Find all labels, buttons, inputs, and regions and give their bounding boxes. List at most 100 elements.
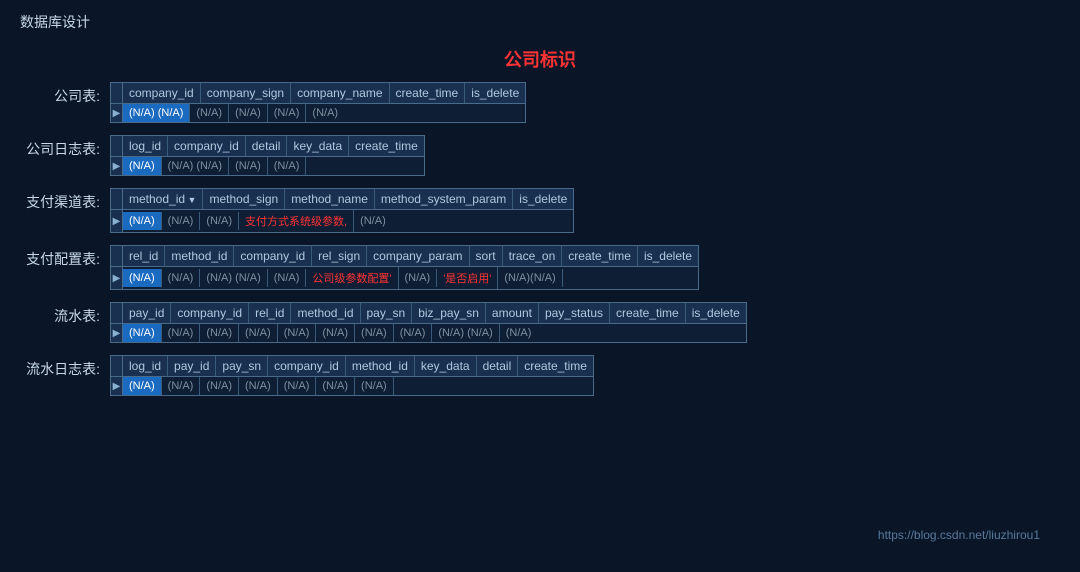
col-cell-4-5: (N/A): [316, 324, 355, 342]
table-row-wrapper-1: 公司日志表:log_idcompany_iddetailkey_datacrea…: [20, 135, 1060, 176]
col-cell-5-3: (N/A): [239, 377, 278, 395]
db-table-header-1: log_idcompany_iddetailkey_datacreate_tim…: [111, 136, 424, 157]
table-row-wrapper-5: 流水日志表:log_idpay_idpay_sncompany_idmethod…: [20, 355, 1060, 396]
overlay-container-4: pay_idcompany_idrel_idmethod_idpay_snbiz…: [110, 302, 747, 343]
col-header-4-3: method_id: [291, 303, 360, 323]
overlay-container-2: method_idmethod_signmethod_namemethod_sy…: [110, 188, 574, 233]
col-header-1-1: company_id: [168, 136, 246, 156]
col-header-3-4: company_param: [367, 246, 469, 266]
col-cell-1-3: (N/A): [268, 157, 307, 175]
col-header-3-5: sort: [470, 246, 503, 266]
watermark: https://blog.csdn.net/liuzhirou1: [878, 528, 1040, 542]
col-header-5-1: pay_id: [168, 356, 216, 376]
page-wrapper: 数据库设计 公司标识 公司表:company_idcompany_signcom…: [20, 12, 1060, 552]
col-header-4-4: pay_sn: [361, 303, 413, 323]
col-header-4-1: company_id: [171, 303, 249, 323]
col-cell-4-7: (N/A): [394, 324, 433, 342]
table-row-wrapper-3: 支付配置表:rel_idmethod_idcompany_idrel_signc…: [20, 245, 1060, 290]
col-cell-1-4: [306, 163, 318, 169]
col-cell-2-0: (N/A): [123, 212, 162, 230]
col-header-4-5: biz_pay_sn: [412, 303, 486, 323]
col-cell-0-3: (N/A): [268, 104, 307, 122]
col-header-3-0: rel_id: [123, 246, 165, 266]
col-cell-5-6: (N/A): [355, 377, 394, 395]
col-cell-3-7: (N/A)(N/A): [498, 269, 562, 287]
col-header-0-0: company_id: [123, 83, 201, 103]
col-header-2-3: method_system_param: [375, 189, 513, 209]
db-table-body-2: (N/A)(N/A)(N/A)支付方式系统级参数,(N/A): [111, 210, 573, 232]
col-cell-2-3: 支付方式系统级参数,: [239, 210, 354, 232]
col-cell-3-0: (N/A): [123, 269, 162, 287]
col-cell-4-3: (N/A): [239, 324, 278, 342]
col-cell-5-5: (N/A): [316, 377, 355, 395]
col-header-1-2: detail: [246, 136, 288, 156]
table-row-wrapper-0: 公司表:company_idcompany_signcompany_namecr…: [20, 82, 1060, 123]
col-header-4-9: is_delete: [686, 303, 746, 323]
col-header-2-1: method_sign: [203, 189, 285, 209]
col-cell-4-0: (N/A): [123, 324, 162, 342]
col-cell-3-4: 公司级参数配置': [306, 267, 398, 289]
overlay-container-5: log_idpay_idpay_sncompany_idmethod_idkey…: [110, 355, 594, 396]
db-table-header-5: log_idpay_idpay_sncompany_idmethod_idkey…: [111, 356, 593, 377]
overlay-container-1: log_idcompany_iddetailkey_datacreate_tim…: [110, 135, 425, 176]
db-table-5: log_idpay_idpay_sncompany_idmethod_idkey…: [110, 355, 594, 396]
col-cell-5-7: [394, 383, 406, 389]
row-indicator-1: [111, 157, 123, 175]
col-header-1-0: log_id: [123, 136, 168, 156]
db-table-body-1: (N/A)(N/A) (N/A)(N/A)(N/A): [111, 157, 424, 175]
col-cell-2-2: (N/A): [200, 212, 239, 230]
table-label-4: 流水表:: [20, 302, 110, 326]
db-table-0: company_idcompany_signcompany_namecreate…: [110, 82, 526, 123]
col-header-3-2: company_id: [234, 246, 312, 266]
col-cell-4-1: (N/A): [162, 324, 201, 342]
col-cell-0-0: (N/A) (N/A): [123, 104, 190, 122]
table-row-wrapper-2: 支付渠道表:method_idmethod_signmethod_namemet…: [20, 188, 1060, 233]
db-table-header-3: rel_idmethod_idcompany_idrel_signcompany…: [111, 246, 698, 267]
db-table-header-4: pay_idcompany_idrel_idmethod_idpay_snbiz…: [111, 303, 746, 324]
col-header-0-1: company_sign: [201, 83, 291, 103]
col-header-5-5: key_data: [415, 356, 477, 376]
col-cell-1-0: (N/A): [123, 157, 162, 175]
db-table-body-4: (N/A)(N/A)(N/A)(N/A)(N/A)(N/A)(N/A)(N/A)…: [111, 324, 746, 342]
col-cell-3-5: (N/A): [399, 269, 438, 287]
col-header-5-7: create_time: [518, 356, 593, 376]
table-row-wrapper-4: 流水表:pay_idcompany_idrel_idmethod_idpay_s…: [20, 302, 1060, 343]
col-header-0-4: is_delete: [465, 83, 525, 103]
col-cell-5-2: (N/A): [200, 377, 239, 395]
db-table-body-0: (N/A) (N/A)(N/A)(N/A)(N/A)(N/A): [111, 104, 525, 122]
col-cell-3-8: [563, 275, 575, 281]
col-header-5-6: detail: [477, 356, 519, 376]
row-indicator-3: [111, 267, 123, 289]
db-table-3: rel_idmethod_idcompany_idrel_signcompany…: [110, 245, 699, 290]
col-header-5-3: company_id: [268, 356, 346, 376]
row-indicator-0: [111, 104, 123, 122]
col-cell-1-1: (N/A) (N/A): [162, 157, 229, 175]
col-cell-4-4: (N/A): [278, 324, 317, 342]
col-cell-5-1: (N/A): [162, 377, 201, 395]
col-header-2-2: method_name: [285, 189, 375, 209]
col-cell-1-2: (N/A): [229, 157, 268, 175]
row-indicator-2: [111, 210, 123, 232]
row-indicator-5: [111, 377, 123, 395]
tables-container: 公司表:company_idcompany_signcompany_namecr…: [20, 82, 1060, 396]
center-label: 公司标识: [20, 46, 1060, 72]
col-cell-2-4: (N/A): [354, 212, 392, 230]
col-header-4-7: pay_status: [539, 303, 610, 323]
col-cell-3-3: (N/A): [268, 269, 307, 287]
col-header-1-3: key_data: [287, 136, 349, 156]
col-cell-4-8: (N/A) (N/A): [432, 324, 499, 342]
col-header-4-2: rel_id: [249, 303, 291, 323]
col-cell-3-2: (N/A) (N/A): [200, 269, 267, 287]
db-table-body-3: (N/A)(N/A)(N/A) (N/A)(N/A)公司级参数配置'(N/A)'…: [111, 267, 698, 289]
col-header-3-8: is_delete: [638, 246, 698, 266]
overlay-container-0: company_idcompany_signcompany_namecreate…: [110, 82, 526, 123]
col-header-3-3: rel_sign: [312, 246, 367, 266]
col-header-4-6: amount: [486, 303, 539, 323]
col-header-3-6: trace_on: [503, 246, 563, 266]
col-cell-0-4: (N/A): [306, 104, 344, 122]
table-label-2: 支付渠道表:: [20, 188, 110, 212]
col-cell-4-6: (N/A): [355, 324, 394, 342]
col-cell-0-2: (N/A): [229, 104, 268, 122]
table-label-5: 流水日志表:: [20, 355, 110, 379]
col-cell-3-6: '是否启用': [437, 267, 498, 289]
